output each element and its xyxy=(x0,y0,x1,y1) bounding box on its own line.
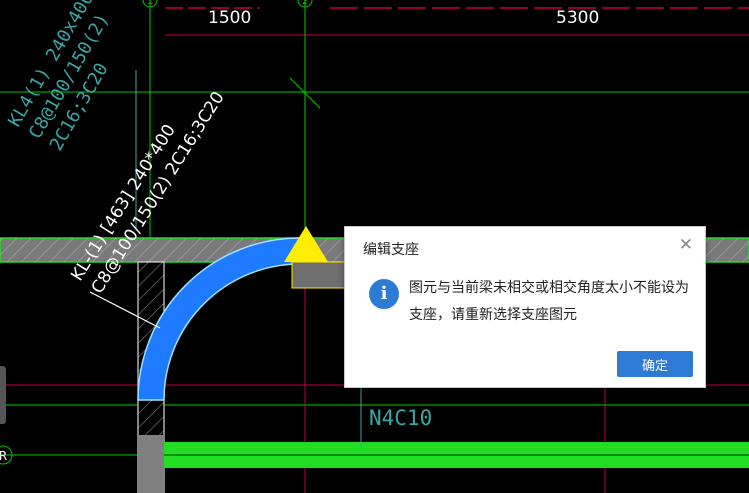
axis-marker-2: 2 xyxy=(297,0,313,8)
side-panel-handle[interactable] xyxy=(0,366,6,424)
svg-text:R: R xyxy=(0,449,7,463)
close-icon[interactable]: ✕ xyxy=(679,235,693,255)
dimension-1500: 1500 xyxy=(208,8,252,28)
dialog-title: 编辑支座 xyxy=(363,242,419,258)
rebar-label: N4C10 xyxy=(369,406,432,430)
info-icon: i xyxy=(369,279,399,309)
svg-text:1: 1 xyxy=(147,0,153,7)
dialog-message: 图元与当前梁未相交或相交角度太小不能设为支座，请重新选择支座图元 xyxy=(409,280,689,323)
axis-marker-1: 1 xyxy=(142,0,158,8)
support-block[interactable] xyxy=(291,261,353,289)
ok-button[interactable]: 确定 xyxy=(617,351,693,377)
svg-text:2: 2 xyxy=(302,0,308,7)
edit-support-dialog: 编辑支座 ✕ i 图元与当前梁未相交或相交角度太小不能设为支座，请重新选择支座图… xyxy=(344,226,706,388)
dimension-5300: 5300 xyxy=(556,8,600,28)
wall-strip[interactable] xyxy=(164,442,749,468)
